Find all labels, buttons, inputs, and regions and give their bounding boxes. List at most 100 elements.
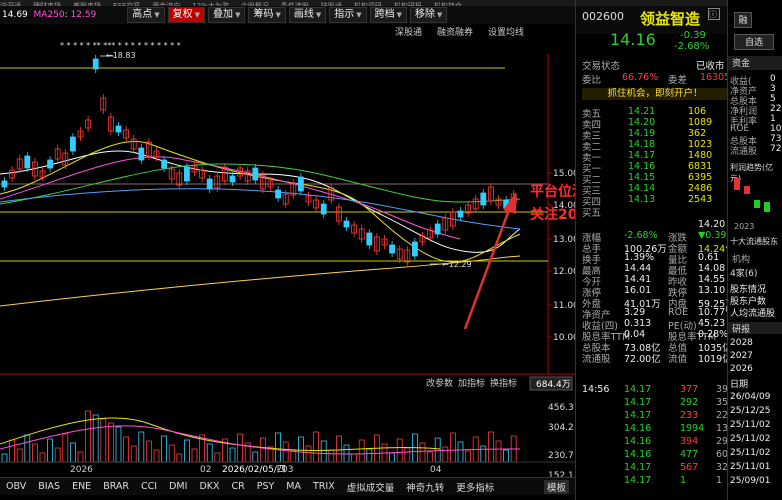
ask-price: 14.19 bbox=[628, 128, 656, 139]
stat-value: 1.39% bbox=[624, 252, 655, 263]
tick-volume: 477 bbox=[680, 449, 699, 460]
toolbar-button[interactable]: 画线 ▼ bbox=[288, 7, 327, 23]
chart-tabs-row: 深股通 融资融券 设置均线 bbox=[395, 26, 524, 38]
indicator-tab[interactable]: MA bbox=[286, 481, 301, 492]
tick-volume: 233 bbox=[680, 410, 699, 421]
param-button[interactable]: 改参数 bbox=[426, 377, 453, 389]
stat-value: 13.10 bbox=[698, 285, 726, 296]
chevron-down-icon: ▼ bbox=[396, 11, 403, 19]
side-link[interactable]: 人均流通股 bbox=[730, 306, 775, 319]
tab-rongzi[interactable]: 融资融券 bbox=[437, 26, 473, 38]
ma250-value: 12.59 bbox=[70, 10, 97, 20]
promo-banner[interactable]: 抓住机会，即刻开户！ bbox=[582, 88, 728, 100]
side-item-value: 22 bbox=[770, 104, 782, 114]
top10-holders-label[interactable]: 十大流通股东 bbox=[730, 236, 778, 247]
margin-button[interactable]: 融 bbox=[734, 12, 752, 28]
report-date: 25/11/01 bbox=[730, 462, 771, 472]
tick-row: 14.17 292 35 bbox=[576, 397, 736, 409]
tick-price: 14.17 bbox=[624, 397, 652, 408]
indicator-tab[interactable]: DKX bbox=[199, 481, 219, 492]
stat-label: ROE bbox=[668, 307, 689, 318]
tick-price: 14.17 bbox=[624, 462, 652, 473]
tick-row: 14.17 567 32 bbox=[576, 462, 736, 474]
indicator-tab[interactable]: BIAS bbox=[38, 481, 60, 492]
indicator-tab[interactable]: 虚拟成交量 bbox=[347, 480, 395, 494]
x-axis-label: 2026/02/05/四 bbox=[222, 465, 286, 475]
event-markers: * * * * * ** *** * * * * * * * * * * bbox=[60, 41, 181, 50]
tick-row: 14.16 1994 134 bbox=[576, 423, 736, 435]
toolbar-button[interactable]: 指示 ▼ bbox=[329, 7, 367, 23]
stat-value: 0.28% bbox=[698, 329, 729, 340]
bid-volume: 2543 bbox=[688, 194, 713, 205]
ma-readout: 14.69 MA250: 12.59 bbox=[2, 10, 97, 20]
indicator-tab[interactable]: TRIX bbox=[313, 481, 335, 492]
ask-volume: 362 bbox=[688, 128, 707, 139]
tab-set-ma[interactable]: 设置均线 bbox=[488, 26, 524, 38]
tick-volume: 377 bbox=[680, 384, 699, 395]
weicha-value: 16305 bbox=[700, 72, 731, 83]
info-icon[interactable]: ⓘ bbox=[708, 8, 720, 20]
ask-volume: 1089 bbox=[688, 117, 713, 128]
ask-price: 14.21 bbox=[628, 106, 656, 117]
price-tick-label: 11.00 bbox=[553, 301, 575, 311]
chart-toolbar: 14.69 MA250: 12.59 高点 ▼ 复权 ▼ 叠加 ▼ 筹码 ▼ 画线 ▼ 指示 ▼ 跨档 ▼… bbox=[0, 6, 575, 25]
tab-shengutong[interactable]: 深股通 bbox=[395, 27, 422, 38]
indicator-tab[interactable]: OBV bbox=[6, 481, 26, 492]
toolbar-button[interactable]: 筹码 ▼ bbox=[248, 7, 286, 23]
price-tick-label: 10.00 bbox=[553, 333, 575, 343]
toolbar-button[interactable]: 跨档 ▼ bbox=[369, 7, 408, 23]
tick-count: 1 bbox=[716, 475, 723, 486]
chevron-down-icon: ▼ bbox=[194, 11, 201, 19]
indicator-tab[interactable]: PSY bbox=[257, 481, 275, 492]
tick-row: 14:56 14.17 377 39 bbox=[576, 384, 736, 396]
indicator-tab[interactable]: CCI bbox=[141, 481, 157, 492]
bid-row: 买五 bbox=[576, 205, 736, 219]
chevron-down-icon: ▼ bbox=[235, 11, 241, 19]
stat-label: 流通股 bbox=[582, 354, 611, 365]
funds-tab[interactable]: 资金 bbox=[728, 56, 782, 70]
indicator-tab[interactable]: BRAR bbox=[103, 481, 129, 492]
report-tab[interactable]: 研报 bbox=[728, 322, 782, 335]
toolbar-button[interactable]: 叠加 ▼ bbox=[208, 7, 246, 23]
volume-tick-label: 304.2 bbox=[548, 423, 574, 433]
indicator-tab[interactable]: ENE bbox=[72, 481, 91, 492]
report-date: 25/11/02 bbox=[730, 448, 771, 458]
add-indicator-button[interactable]: 加指标 bbox=[458, 377, 485, 389]
price-tick-label: 13.00 bbox=[553, 235, 575, 245]
low-annotation: ←12.29 bbox=[442, 260, 472, 269]
side-item-label: 流通股 bbox=[730, 147, 758, 157]
side-item-value: 3 bbox=[770, 84, 776, 94]
toolbar-button[interactable]: 高点 ▼ bbox=[127, 7, 165, 23]
side-item-value: 73.0 bbox=[770, 134, 782, 144]
stat-value: 45.23 bbox=[698, 318, 726, 329]
price-tick-label: 15.00 bbox=[553, 169, 575, 179]
tick-time: 14:56 bbox=[582, 384, 610, 395]
side-item-value: 72.0 bbox=[770, 144, 782, 154]
tick-volume: 1 bbox=[680, 475, 687, 486]
chevron-down-icon: ▼ bbox=[154, 11, 160, 19]
bid-label: 买五 bbox=[582, 208, 602, 219]
indicator-tab[interactable]: 更多指标 bbox=[456, 480, 494, 494]
kline-chart[interactable]: 深股通 融资融券 设置均线 * * * * * ** *** * * * * *… bbox=[0, 24, 575, 500]
report-date: 26/04/09 bbox=[730, 392, 771, 402]
template-button[interactable]: 模板 bbox=[543, 479, 569, 494]
add-watchlist-button[interactable]: 自选 bbox=[734, 34, 774, 50]
indicator-tab[interactable]: CR bbox=[232, 481, 245, 492]
chevron-down-icon: ▼ bbox=[356, 11, 362, 19]
side-item-label: ROE bbox=[730, 124, 750, 134]
volume-toolbar: 改参数 加指标 换指标 684.4万 bbox=[426, 376, 573, 391]
indicator-tab[interactable]: DMI bbox=[169, 481, 187, 492]
indicator-tab[interactable]: 神奇九转 bbox=[406, 480, 444, 494]
tick-volume: 1994 bbox=[680, 423, 705, 434]
volume-value: 684.4万 bbox=[536, 380, 571, 390]
chevron-down-icon: ▼ bbox=[275, 11, 281, 19]
switch-indicator-button[interactable]: 换指标 bbox=[490, 377, 517, 389]
toolbar-button[interactable]: 复权 ▼ bbox=[167, 7, 206, 23]
tick-row: 14.16 477 60 bbox=[576, 449, 736, 461]
ask-price: 14.18 bbox=[628, 139, 656, 150]
ma250-label: MA250 bbox=[33, 10, 65, 20]
tick-volume: 567 bbox=[680, 462, 699, 473]
stock-name: 领益智造 bbox=[640, 10, 701, 28]
stock-code: 002600 bbox=[582, 10, 624, 23]
toolbar-button[interactable]: 移除 ▼ bbox=[410, 7, 448, 23]
